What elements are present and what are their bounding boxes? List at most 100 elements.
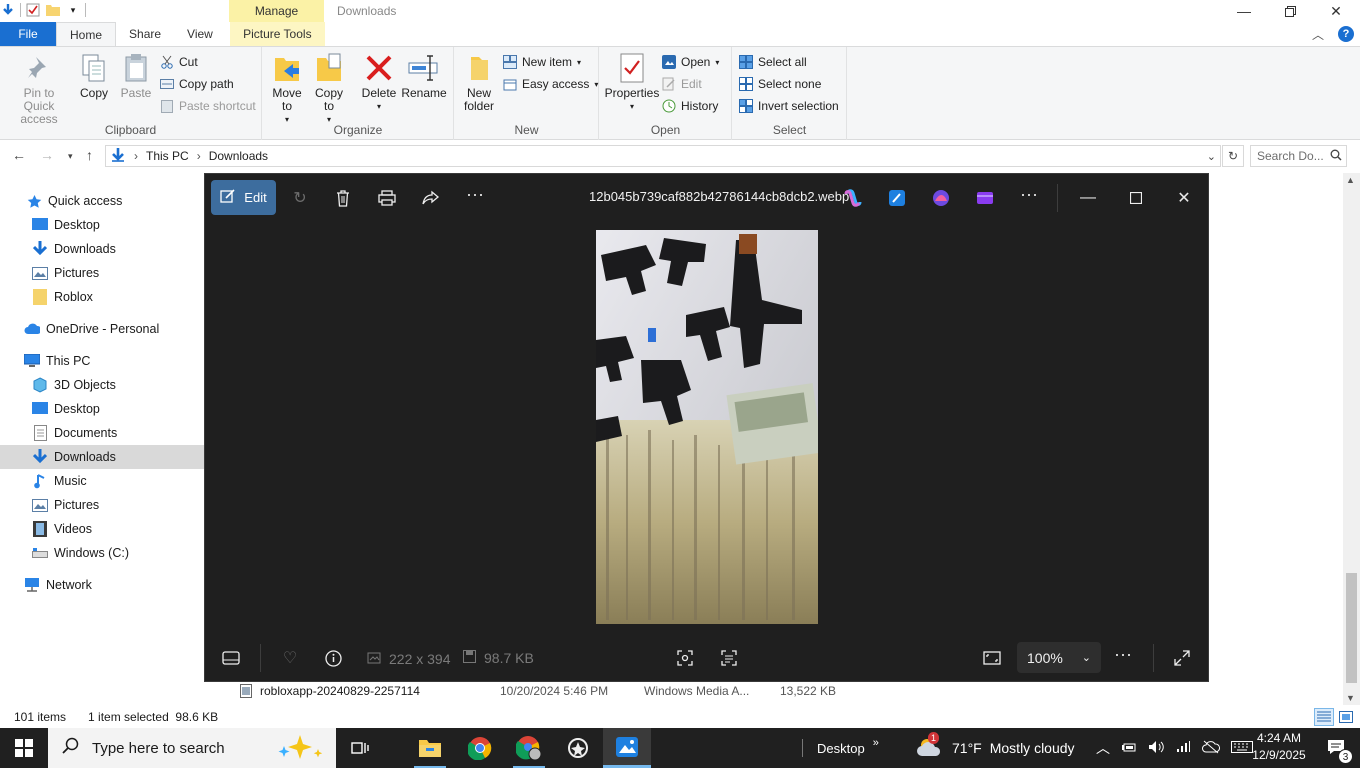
edit-button[interactable]: Edit <box>662 74 702 94</box>
help-icon[interactable]: ? <box>1338 26 1354 42</box>
delete-button[interactable]: Delete ▾ <box>359 51 399 113</box>
file-row[interactable]: robloxapp-20240829-2257114 10/20/2024 5:… <box>240 681 1340 701</box>
nav-qa-pictures[interactable]: Pictures <box>0 261 204 285</box>
properties-button[interactable]: Properties ▾ <box>604 51 660 113</box>
address-dropdown-chevron-icon[interactable]: ⌄ <box>1207 150 1216 163</box>
file-info-icon[interactable] <box>323 648 343 668</box>
weather-widget[interactable]: 1 71°F Mostly cloudy <box>916 728 1075 768</box>
filmstrip-icon[interactable] <box>221 648 241 668</box>
pin-quick-access-button[interactable]: Pin to Quick access <box>4 51 74 126</box>
copy-button[interactable]: Copy <box>76 51 112 100</box>
paste-button[interactable]: Paste <box>118 51 154 100</box>
file-list-scrollbar[interactable]: ▲ ▼ <box>1343 173 1360 705</box>
taskbar-chrome[interactable] <box>456 728 504 768</box>
easy-access-button[interactable]: Easy access ▾ <box>503 74 598 94</box>
print-icon[interactable] <box>377 188 397 208</box>
nav-onedrive[interactable]: OneDrive - Personal <box>0 317 204 341</box>
tab-share[interactable]: Share <box>116 22 174 46</box>
nav-documents[interactable]: Documents <box>0 421 204 445</box>
nav-quick-access[interactable]: Quick access <box>0 189 204 213</box>
refresh-button[interactable]: ↻ <box>1222 145 1244 167</box>
scrollbar-thumb[interactable] <box>1346 573 1357 683</box>
minimize-button[interactable]: — <box>1221 0 1267 22</box>
nav-3d-objects[interactable]: 3D Objects <box>0 373 204 397</box>
breadcrumb-this-pc[interactable]: This PC <box>146 149 189 163</box>
notification-center-button[interactable]: 3 <box>1312 728 1360 768</box>
maximize-button[interactable] <box>1267 0 1313 22</box>
viewer-maximize-icon[interactable] <box>1126 188 1146 208</box>
more-options-icon[interactable]: ··· <box>465 184 485 204</box>
breadcrumb-downloads[interactable]: Downloads <box>209 149 268 163</box>
copy-path-button[interactable]: Copy path <box>160 74 234 94</box>
cut-button[interactable]: Cut <box>160 52 198 72</box>
task-view-button[interactable] <box>336 728 384 768</box>
new-folder-icon[interactable] <box>45 2 61 18</box>
downloads-arrow-icon[interactable] <box>0 2 16 18</box>
copy-to-button[interactable]: Copy to ▾ <box>311 51 347 126</box>
battery-icon[interactable] <box>1121 741 1137 756</box>
viewer-minimize-icon[interactable]: — <box>1078 188 1098 208</box>
rename-button[interactable]: Rename <box>401 51 447 100</box>
favorite-heart-icon[interactable]: ♡ <box>280 648 300 668</box>
nav-qa-roblox[interactable]: Roblox <box>0 285 204 309</box>
taskbar-file-explorer[interactable] <box>406 728 454 768</box>
qat-dropdown-icon[interactable]: ▾ <box>65 2 81 18</box>
select-none-button[interactable]: Select none <box>739 74 821 94</box>
tab-view[interactable]: View <box>174 22 226 46</box>
nav-downloads[interactable]: Downloads <box>0 445 204 469</box>
delete-trash-icon[interactable] <box>333 188 353 208</box>
tab-picture-tools[interactable]: Picture Tools <box>229 22 325 46</box>
displayed-photo[interactable] <box>596 230 818 624</box>
viewer-more-icon[interactable]: ··· <box>1113 644 1133 664</box>
details-view-icon[interactable] <box>1314 708 1334 726</box>
back-arrow-icon[interactable]: ← <box>12 147 26 163</box>
new-item-button[interactable]: New item ▾ <box>503 52 581 72</box>
clock[interactable]: 4:24 AM 12/9/2025 <box>1247 730 1311 764</box>
nav-network[interactable]: Network <box>0 573 204 597</box>
show-hidden-icons-chevron-icon[interactable]: ︿ <box>1096 738 1110 758</box>
invert-selection-button[interactable]: Invert selection <box>739 96 839 116</box>
scroll-down-icon[interactable]: ▼ <box>1346 693 1355 703</box>
scroll-up-icon[interactable]: ▲ <box>1346 175 1355 185</box>
taskbar-app-gear[interactable] <box>554 728 602 768</box>
select-all-button[interactable]: Select all <box>739 52 807 72</box>
nav-videos[interactable]: Videos <box>0 517 204 541</box>
visual-search-icon[interactable] <box>675 648 695 668</box>
open-button[interactable]: Open ▾ <box>662 52 719 72</box>
full-screen-icon[interactable] <box>1172 648 1192 668</box>
scan-text-icon[interactable] <box>719 648 739 668</box>
onedrive-sync-off-icon[interactable] <box>1202 740 1220 757</box>
tab-file[interactable]: File <box>0 22 56 46</box>
nav-qa-downloads[interactable]: Downloads <box>0 237 204 261</box>
paint-icon[interactable] <box>887 188 907 208</box>
address-bar[interactable]: › This PC › Downloads ⌄ <box>105 145 1221 167</box>
tab-home[interactable]: Home <box>56 22 117 46</box>
designer-icon[interactable] <box>931 188 951 208</box>
recent-locations-chevron-icon[interactable]: ▾ <box>68 151 73 162</box>
paste-shortcut-button[interactable]: Paste shortcut <box>160 96 256 116</box>
nav-windows-c[interactable]: Windows (C:) <box>0 541 204 565</box>
nav-music[interactable]: Music <box>0 469 204 493</box>
copilot-icon[interactable] <box>843 188 863 208</box>
close-button[interactable]: ✕ <box>1313 0 1359 22</box>
up-arrow-icon[interactable]: ↑ <box>86 147 93 163</box>
collapse-ribbon-icon[interactable]: ︿ <box>1312 26 1324 43</box>
desktop-toolbar[interactable]: Desktop » <box>802 728 879 768</box>
fit-to-window-icon[interactable] <box>982 648 1002 668</box>
volume-icon[interactable] <box>1148 740 1164 757</box>
search-box[interactable]: Search Do... <box>1250 145 1347 167</box>
taskbar-photos[interactable] <box>603 728 651 768</box>
taskbar-search-box[interactable]: Type here to search <box>48 728 336 768</box>
share-icon[interactable] <box>421 188 441 208</box>
start-button[interactable] <box>0 728 48 768</box>
forward-arrow-icon[interactable]: → <box>40 147 54 163</box>
clipchamp-icon[interactable] <box>975 188 995 208</box>
properties-check-icon[interactable] <box>25 2 41 18</box>
rotate-icon[interactable]: ↻ <box>290 188 310 208</box>
new-folder-button[interactable]: New folder <box>459 51 499 113</box>
move-to-button[interactable]: Move to ▾ <box>269 51 305 126</box>
nav-this-pc[interactable]: This PC <box>0 349 204 373</box>
network-wifi-icon[interactable] <box>1175 740 1191 757</box>
nav-pictures[interactable]: Pictures <box>0 493 204 517</box>
taskbar-chrome-profile[interactable] <box>505 728 553 768</box>
